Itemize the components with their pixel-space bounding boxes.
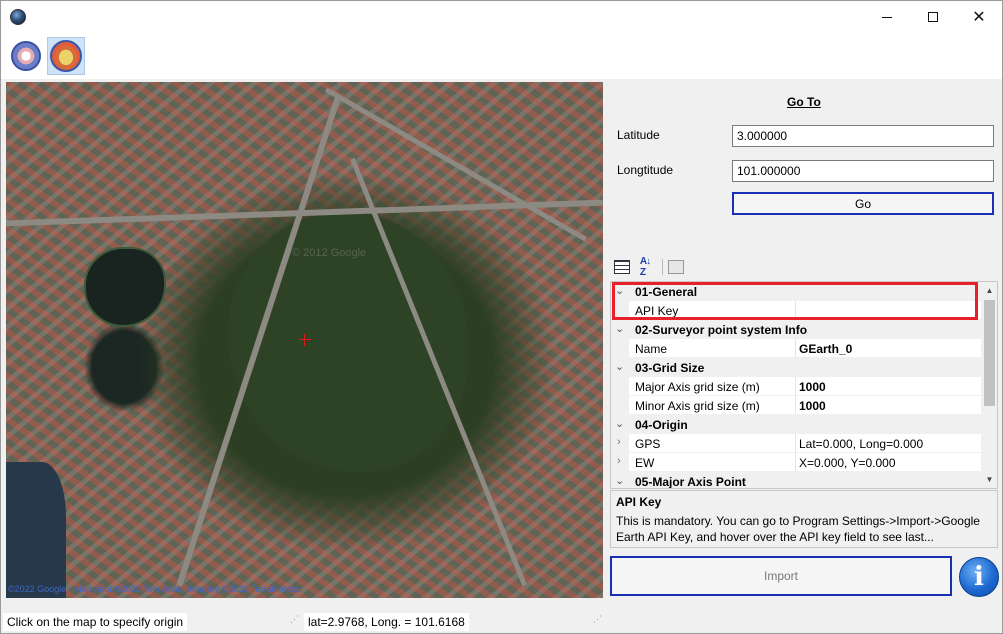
status-bar: Click on the map to specify origin ⋰ lat… [1,611,1002,633]
resize-grip-icon: ⋰ [290,614,299,624]
alphabetical-sort-icon[interactable]: A↓ Z [636,256,654,278]
maximize-icon [928,12,938,22]
map-lake [84,247,166,327]
google-earth-button[interactable] [47,37,85,75]
property-row[interactable]: Minor Axis grid size (m) 1000 [611,396,981,415]
goto-title: Go To [787,95,821,109]
toolbar-divider [662,259,663,275]
help-title: API Key [616,495,662,509]
program-settings-button[interactable] [7,37,45,75]
row-gutter [611,377,629,396]
go-button[interactable]: Go [732,192,994,215]
collapse-chevron-icon[interactable]: ⌄ [615,322,624,335]
property-name: GPS [635,437,661,451]
category-label: 02-Surveyor point system Info [635,323,808,337]
google-earth-icon [50,40,82,72]
property-value[interactable]: 1000 [799,399,979,413]
property-name: Name [635,342,668,356]
property-value[interactable]: 1000 [799,380,979,394]
row-gutter [611,339,629,358]
category-label: 04-Origin [635,418,688,432]
map-water [6,462,66,598]
row-gutter [611,396,629,415]
property-value[interactable]: GEarth_0 [799,342,979,356]
property-name: Major Axis grid size (m) [635,380,760,394]
property-grid-toolbar: A↓ Z [610,255,998,279]
scroll-up-icon[interactable]: ▲ [981,282,997,299]
map-attribution: ©2022 Google · Map data ©2022 Tele Atlas… [8,584,301,594]
property-grid[interactable]: ⌄ 01-General API Key ⌄ 02-Surveyor point… [610,281,998,489]
category-row[interactable]: ⌄ 03-Grid Size [611,358,981,377]
property-row[interactable]: API Key [611,301,981,320]
origin-crosshair-icon [299,334,311,346]
latitude-input[interactable] [732,125,994,147]
status-hint: Click on the map to specify origin [3,613,188,631]
collapse-chevron-icon[interactable]: ⌄ [615,474,624,487]
property-name: Minor Axis grid size (m) [635,399,760,413]
minimize-icon [882,16,892,18]
toolbar [1,33,1002,79]
category-label: 05-Major Axis Point [635,475,746,489]
categorized-view-icon[interactable] [614,260,630,274]
category-label: 01-General [635,285,698,299]
category-row[interactable]: ⌄ 02-Surveyor point system Info [611,320,981,339]
property-row[interactable]: › GPS Lat=0.000, Long=0.000 [611,434,981,453]
property-row[interactable]: Name GEarth_0 [611,339,981,358]
collapse-chevron-icon[interactable]: ⌄ [615,360,624,373]
property-row[interactable]: › EW X=0.000, Y=0.000 [611,453,981,472]
import-button[interactable]: Import [610,556,952,596]
property-pages-icon[interactable] [668,260,684,274]
resize-grip-icon: ⋰ [593,614,602,624]
column-divider [795,396,796,415]
property-row[interactable]: Major Axis grid size (m) 1000 [611,377,981,396]
column-divider [795,301,796,320]
collapse-chevron-icon[interactable]: ⌄ [615,284,624,297]
main-window: ✕ © 2012 Google ©2022 Google · Map data … [0,0,1003,634]
app-globe-icon [10,9,26,25]
category-row[interactable]: ⌄ 01-General [611,282,981,301]
latitude-label: Latitude [617,128,660,142]
satellite-map[interactable]: © 2012 Google ©2022 Google · Map data ©2… [6,82,603,598]
help-text: This is mandatory. You can go to Program… [616,514,980,544]
property-grid-scrollbar[interactable]: ▲ ▼ [981,282,997,488]
row-gutter [611,301,629,320]
scroll-down-icon[interactable]: ▼ [981,471,997,488]
longitude-label: Longtitude [617,163,674,177]
close-button[interactable]: ✕ [956,1,1002,33]
expand-chevron-icon[interactable]: › [617,436,621,448]
expand-chevron-icon[interactable]: › [617,455,621,467]
category-row[interactable]: ⌄ 04-Origin [611,415,981,434]
status-coordinates: lat=2.9768, Long. = 101.6168 [304,613,469,631]
category-row[interactable]: ⌄ 05-Major Axis Point [611,472,981,489]
column-divider [795,339,796,358]
longitude-input[interactable] [732,160,994,182]
property-name: EW [635,456,655,470]
column-divider [795,377,796,396]
close-icon: ✕ [972,9,986,26]
maximize-button[interactable] [910,1,956,33]
info-icon[interactable]: i [959,557,999,597]
program-settings-icon [11,41,41,71]
column-divider [795,434,796,453]
column-divider [795,453,796,472]
title-bar: ✕ [1,1,1002,33]
minimize-button[interactable] [864,1,910,33]
category-label: 03-Grid Size [635,361,705,375]
property-name: API Key [635,304,679,318]
scroll-thumb[interactable] [984,300,995,406]
map-watermark: © 2012 Google [292,247,367,259]
property-value[interactable]: X=0.000, Y=0.000 [799,456,979,470]
collapse-chevron-icon[interactable]: ⌄ [615,417,624,430]
property-value[interactable]: Lat=0.000, Long=0.000 [799,437,979,451]
property-help-panel: API Key This is mandatory. You can go to… [610,490,998,548]
